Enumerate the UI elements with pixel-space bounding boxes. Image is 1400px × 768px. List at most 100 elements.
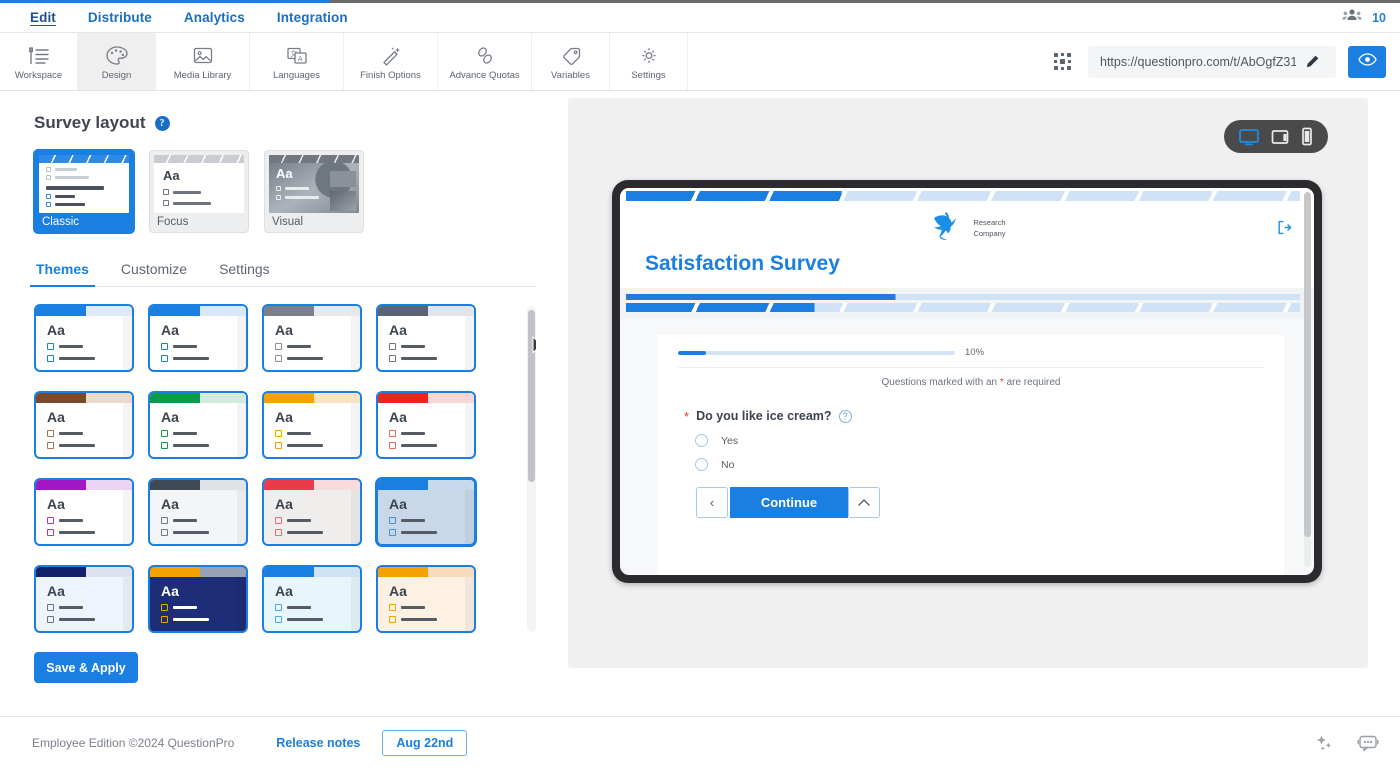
theme-card[interactable]: Aa [34,478,134,546]
people-group-icon[interactable] [1342,8,1362,27]
tool-label: Advance Quotas [449,69,520,81]
theme-card[interactable]: Aa [262,304,362,372]
option-yes[interactable]: Yes [678,423,1264,447]
logout-icon[interactable] [1277,220,1292,240]
theme-aa-sample: Aa [389,322,407,338]
progress-track [678,350,955,355]
theme-sample-row [389,616,474,623]
option-no[interactable]: No [678,447,1264,471]
tab-customize[interactable]: Customize [119,261,189,286]
nav-item-analytics[interactable]: Analytics [168,10,261,25]
sparkles-icon[interactable] [1314,733,1334,753]
tool-media-library[interactable]: Media Library [156,33,250,90]
footer-right-group [1314,733,1380,753]
theme-card[interactable]: Aa [376,565,476,633]
theme-card[interactable]: Aa [148,565,248,633]
theme-preview: Aa [36,316,132,370]
layout-card-focus[interactable]: Aa Focus [149,150,249,233]
survey-title: Satisfaction Survey [645,252,840,275]
release-date-badge[interactable]: Aug 22nd [382,729,468,756]
theme-card[interactable]: Aa [376,304,476,372]
previous-button[interactable]: ‹ [696,487,728,518]
theme-card[interactable]: Aa [34,565,134,633]
theme-card[interactable]: Aa [148,478,248,546]
continue-button[interactable]: Continue [730,487,848,518]
bird-logo-icon [928,209,968,248]
theme-card[interactable]: Aa [376,391,476,459]
survey-question-card: 10% Questions marked with an * are requi… [658,335,1284,575]
theme-aa-sample: Aa [47,496,65,512]
layout-thumb-visual: Aa [269,155,359,213]
theme-card[interactable]: Aa [148,391,248,459]
nav-item-distribute[interactable]: Distribute [72,10,168,25]
layout-card-classic[interactable]: Classic [34,150,134,233]
image-icon [190,45,216,67]
tool-workspace[interactable]: Workspace [0,33,78,90]
tag-icon [558,45,584,67]
chat-bot-icon[interactable] [1356,733,1380,753]
layout-options: Classic Aa Focus Aa Visual [34,150,568,233]
question-help-icon[interactable]: ? [838,409,852,423]
checkbox-icon [161,442,168,449]
desktop-icon[interactable] [1238,128,1260,146]
theme-edge-shade [351,490,360,544]
eye-icon [1357,52,1377,71]
checkbox-icon [161,430,168,437]
tool-variables[interactable]: Variables [532,33,610,90]
mobile-icon[interactable] [1300,127,1314,146]
theme-sample-row [389,343,474,350]
tool-settings[interactable]: Settings [610,33,688,90]
question-mark-icon[interactable]: ? [154,115,170,131]
theme-edge-shade [351,316,360,370]
theme-sample-rows [161,604,246,623]
radio-icon[interactable] [695,458,708,471]
theme-stripe [150,393,246,403]
theme-card[interactable]: Aa [262,391,362,459]
checkbox-icon [389,430,396,437]
pencil-icon[interactable] [1304,54,1320,70]
tool-advance-quotas[interactable]: Advance Quotas [438,33,532,90]
theme-card[interactable]: Aa [34,391,134,459]
layout-card-visual[interactable]: Aa Visual [264,150,364,233]
brand-line-2: Company [973,228,1006,238]
theme-card[interactable]: Aa [148,304,248,372]
theme-sample-line [173,606,197,609]
tool-languages[interactable]: 文A Languages [250,33,344,90]
tool-design[interactable]: Design [78,33,156,90]
theme-card[interactable]: Aa [262,478,362,546]
survey-preview-scrollbar-thumb[interactable] [1304,192,1311,537]
checkbox-icon [275,355,282,362]
themes-scrollbar[interactable] [527,306,536,632]
save-apply-button[interactable]: Save & Apply [34,652,138,683]
survey-progress: 10% [678,347,1264,368]
tool-finish-options[interactable]: Finish Options [344,33,438,90]
primary-nav: Edit Distribute Analytics Integration 10 [0,3,1400,33]
theme-stripe [378,306,474,316]
theme-sample-rows [47,343,132,362]
scroll-up-button[interactable] [848,487,880,518]
theme-sample-row [275,616,360,623]
thumb-stripe [154,155,244,163]
progress-label: 10% [965,347,985,358]
question-row: * Do you like ice cream? ? [678,388,1264,423]
tab-themes[interactable]: Themes [30,261,95,287]
survey-preview-scrollbar[interactable] [1304,192,1311,567]
themes-scrollbar-thumb[interactable] [528,310,535,482]
nav-item-edit[interactable]: Edit [14,10,72,25]
theme-card[interactable]: Aa [376,478,476,546]
theme-preview: Aa [150,316,246,370]
survey-url-box[interactable]: https://questionpro.com/t/AbOgfZ31 [1088,45,1336,78]
theme-card[interactable]: Aa [34,304,134,372]
nav-item-integration[interactable]: Integration [261,10,364,25]
theme-sample-row [161,604,246,611]
theme-card[interactable]: Aa [262,565,362,633]
tablet-icon[interactable] [1270,128,1290,146]
tab-settings[interactable]: Settings [217,261,272,286]
checkbox-icon [275,442,282,449]
release-notes-link[interactable]: Release notes [276,736,360,750]
required-note-prefix: Questions marked with an [881,377,1000,388]
preview-button[interactable] [1348,45,1386,78]
radio-icon[interactable] [695,434,708,447]
qr-code-icon[interactable] [1052,50,1076,74]
theme-sample-line [287,357,323,360]
